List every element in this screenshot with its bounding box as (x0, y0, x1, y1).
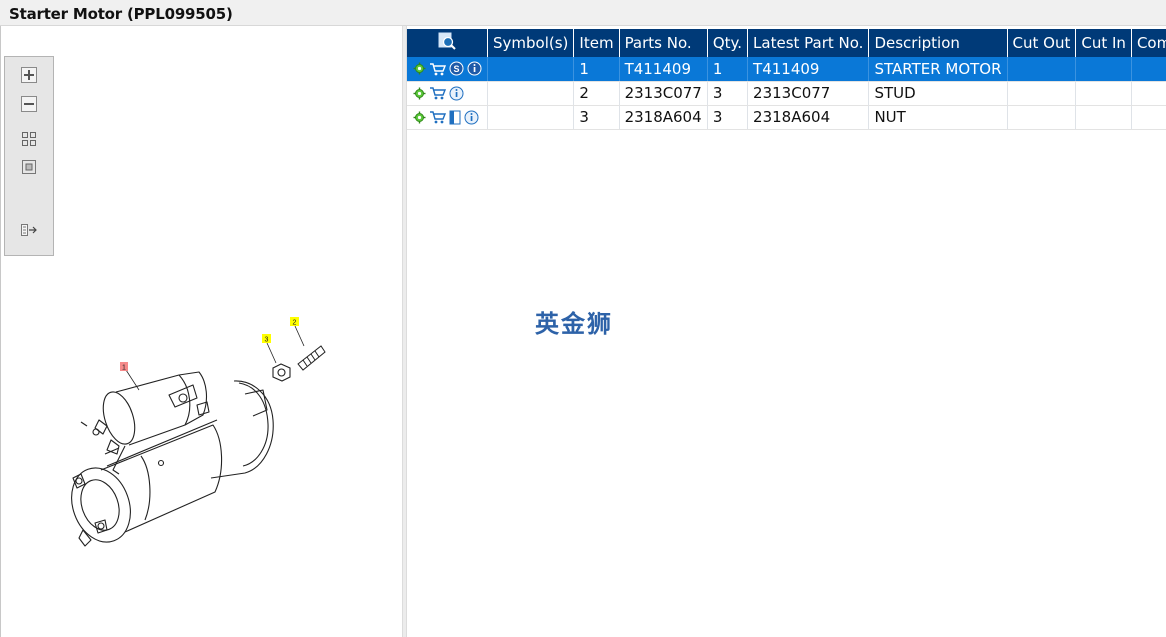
book-icon[interactable] (449, 110, 461, 125)
starter-motor-drawing[interactable]: 1 2 3 (1, 26, 401, 637)
find-column-header[interactable] (407, 29, 488, 57)
cell-parts-no: 2313C077 (619, 81, 708, 106)
cell-cut-out (1007, 81, 1077, 106)
fit-window-icon[interactable] (19, 157, 39, 177)
find-icon[interactable] (438, 32, 456, 50)
cell-item: 2 (573, 81, 620, 106)
column-header-symbols[interactable]: Symbol(s) (487, 29, 575, 57)
cell-cut-out (1007, 57, 1077, 82)
drawing-pane[interactable]: 1 2 3 (0, 26, 402, 637)
cell-cut-in (1075, 57, 1132, 82)
callout-label: 1 (122, 365, 126, 372)
parts-table: Symbol(s) Item Parts No. Qty. Latest Par… (407, 29, 1166, 130)
cell-latest-part-no: T411409 (747, 57, 870, 82)
column-header-latest-part-no[interactable]: Latest Part No. (747, 29, 870, 57)
row-actions: S (407, 57, 488, 82)
s-badge-icon[interactable]: S (449, 61, 464, 76)
cell-cut-out (1007, 105, 1077, 130)
row-actions (407, 81, 488, 106)
cell-description: STARTER MOTOR (868, 57, 1008, 82)
callout-2[interactable]: 2 (290, 317, 299, 327)
column-header-cut-in[interactable]: Cut In (1075, 29, 1132, 57)
cell-cut-in (1075, 81, 1132, 106)
table-row[interactable]: 2 2313C077 3 2313C077 STUD (407, 81, 1166, 106)
cell-comment (1131, 105, 1166, 130)
table-row[interactable]: 3 2318A604 3 2318A604 NUT (407, 105, 1166, 130)
info-icon[interactable] (449, 86, 464, 101)
cell-comment (1131, 81, 1166, 106)
cell-qty: 3 (707, 105, 749, 130)
callout-label: 3 (265, 337, 269, 344)
column-header-comment[interactable]: Comment (1131, 29, 1166, 57)
view-toolbox (4, 56, 54, 256)
zoom-in-icon[interactable] (19, 65, 39, 85)
cell-cut-in (1075, 105, 1132, 130)
cell-symbols (487, 57, 575, 82)
cell-latest-part-no: 2313C077 (747, 81, 870, 106)
title-bar: Starter Motor (PPL099505) (0, 0, 1166, 26)
column-header-qty[interactable]: Qty. (707, 29, 749, 57)
parts-list-pane: Symbol(s) Item Parts No. Qty. Latest Par… (407, 26, 1166, 637)
info-icon[interactable] (467, 61, 482, 76)
gear-icon[interactable] (413, 62, 426, 75)
fit-all-icon[interactable] (19, 129, 39, 149)
callout-label: 2 (293, 320, 297, 327)
zoom-out-icon[interactable] (19, 94, 39, 114)
cell-parts-no: T411409 (619, 57, 708, 82)
gear-icon[interactable] (413, 111, 426, 124)
column-header-parts-no[interactable]: Parts No. (619, 29, 708, 57)
column-header-cut-out[interactable]: Cut Out (1007, 29, 1077, 57)
callout-3[interactable]: 3 (262, 334, 271, 344)
cell-comment (1131, 57, 1166, 82)
export-icon[interactable] (19, 220, 39, 240)
svg-text:S: S (453, 64, 459, 74)
gear-icon[interactable] (413, 87, 426, 100)
cell-item: 1 (573, 57, 620, 82)
cell-description: STUD (868, 81, 1008, 106)
row-actions (407, 105, 488, 130)
cart-icon[interactable] (429, 86, 446, 100)
cell-symbols (487, 105, 575, 130)
info-icon[interactable] (464, 110, 479, 125)
cell-qty: 1 (707, 57, 749, 82)
callout-1[interactable]: 1 (120, 362, 128, 372)
cell-symbols (487, 81, 575, 106)
column-header-description[interactable]: Description (868, 29, 1008, 57)
cell-latest-part-no: 2318A604 (747, 105, 870, 130)
cell-description: NUT (868, 105, 1008, 130)
cell-parts-no: 2318A604 (619, 105, 708, 130)
window-title: Starter Motor (PPL099505) (9, 5, 233, 23)
watermark: 英金狮 (535, 310, 613, 338)
cell-qty: 3 (707, 81, 749, 106)
column-header-item[interactable]: Item (573, 29, 620, 57)
cart-icon[interactable] (429, 62, 446, 76)
table-header-row: Symbol(s) Item Parts No. Qty. Latest Par… (407, 29, 1166, 57)
cart-icon[interactable] (429, 110, 446, 124)
table-row[interactable]: S 1 T411409 1 T411409 STARTER MOTOR (407, 57, 1166, 82)
cell-item: 3 (573, 105, 620, 130)
